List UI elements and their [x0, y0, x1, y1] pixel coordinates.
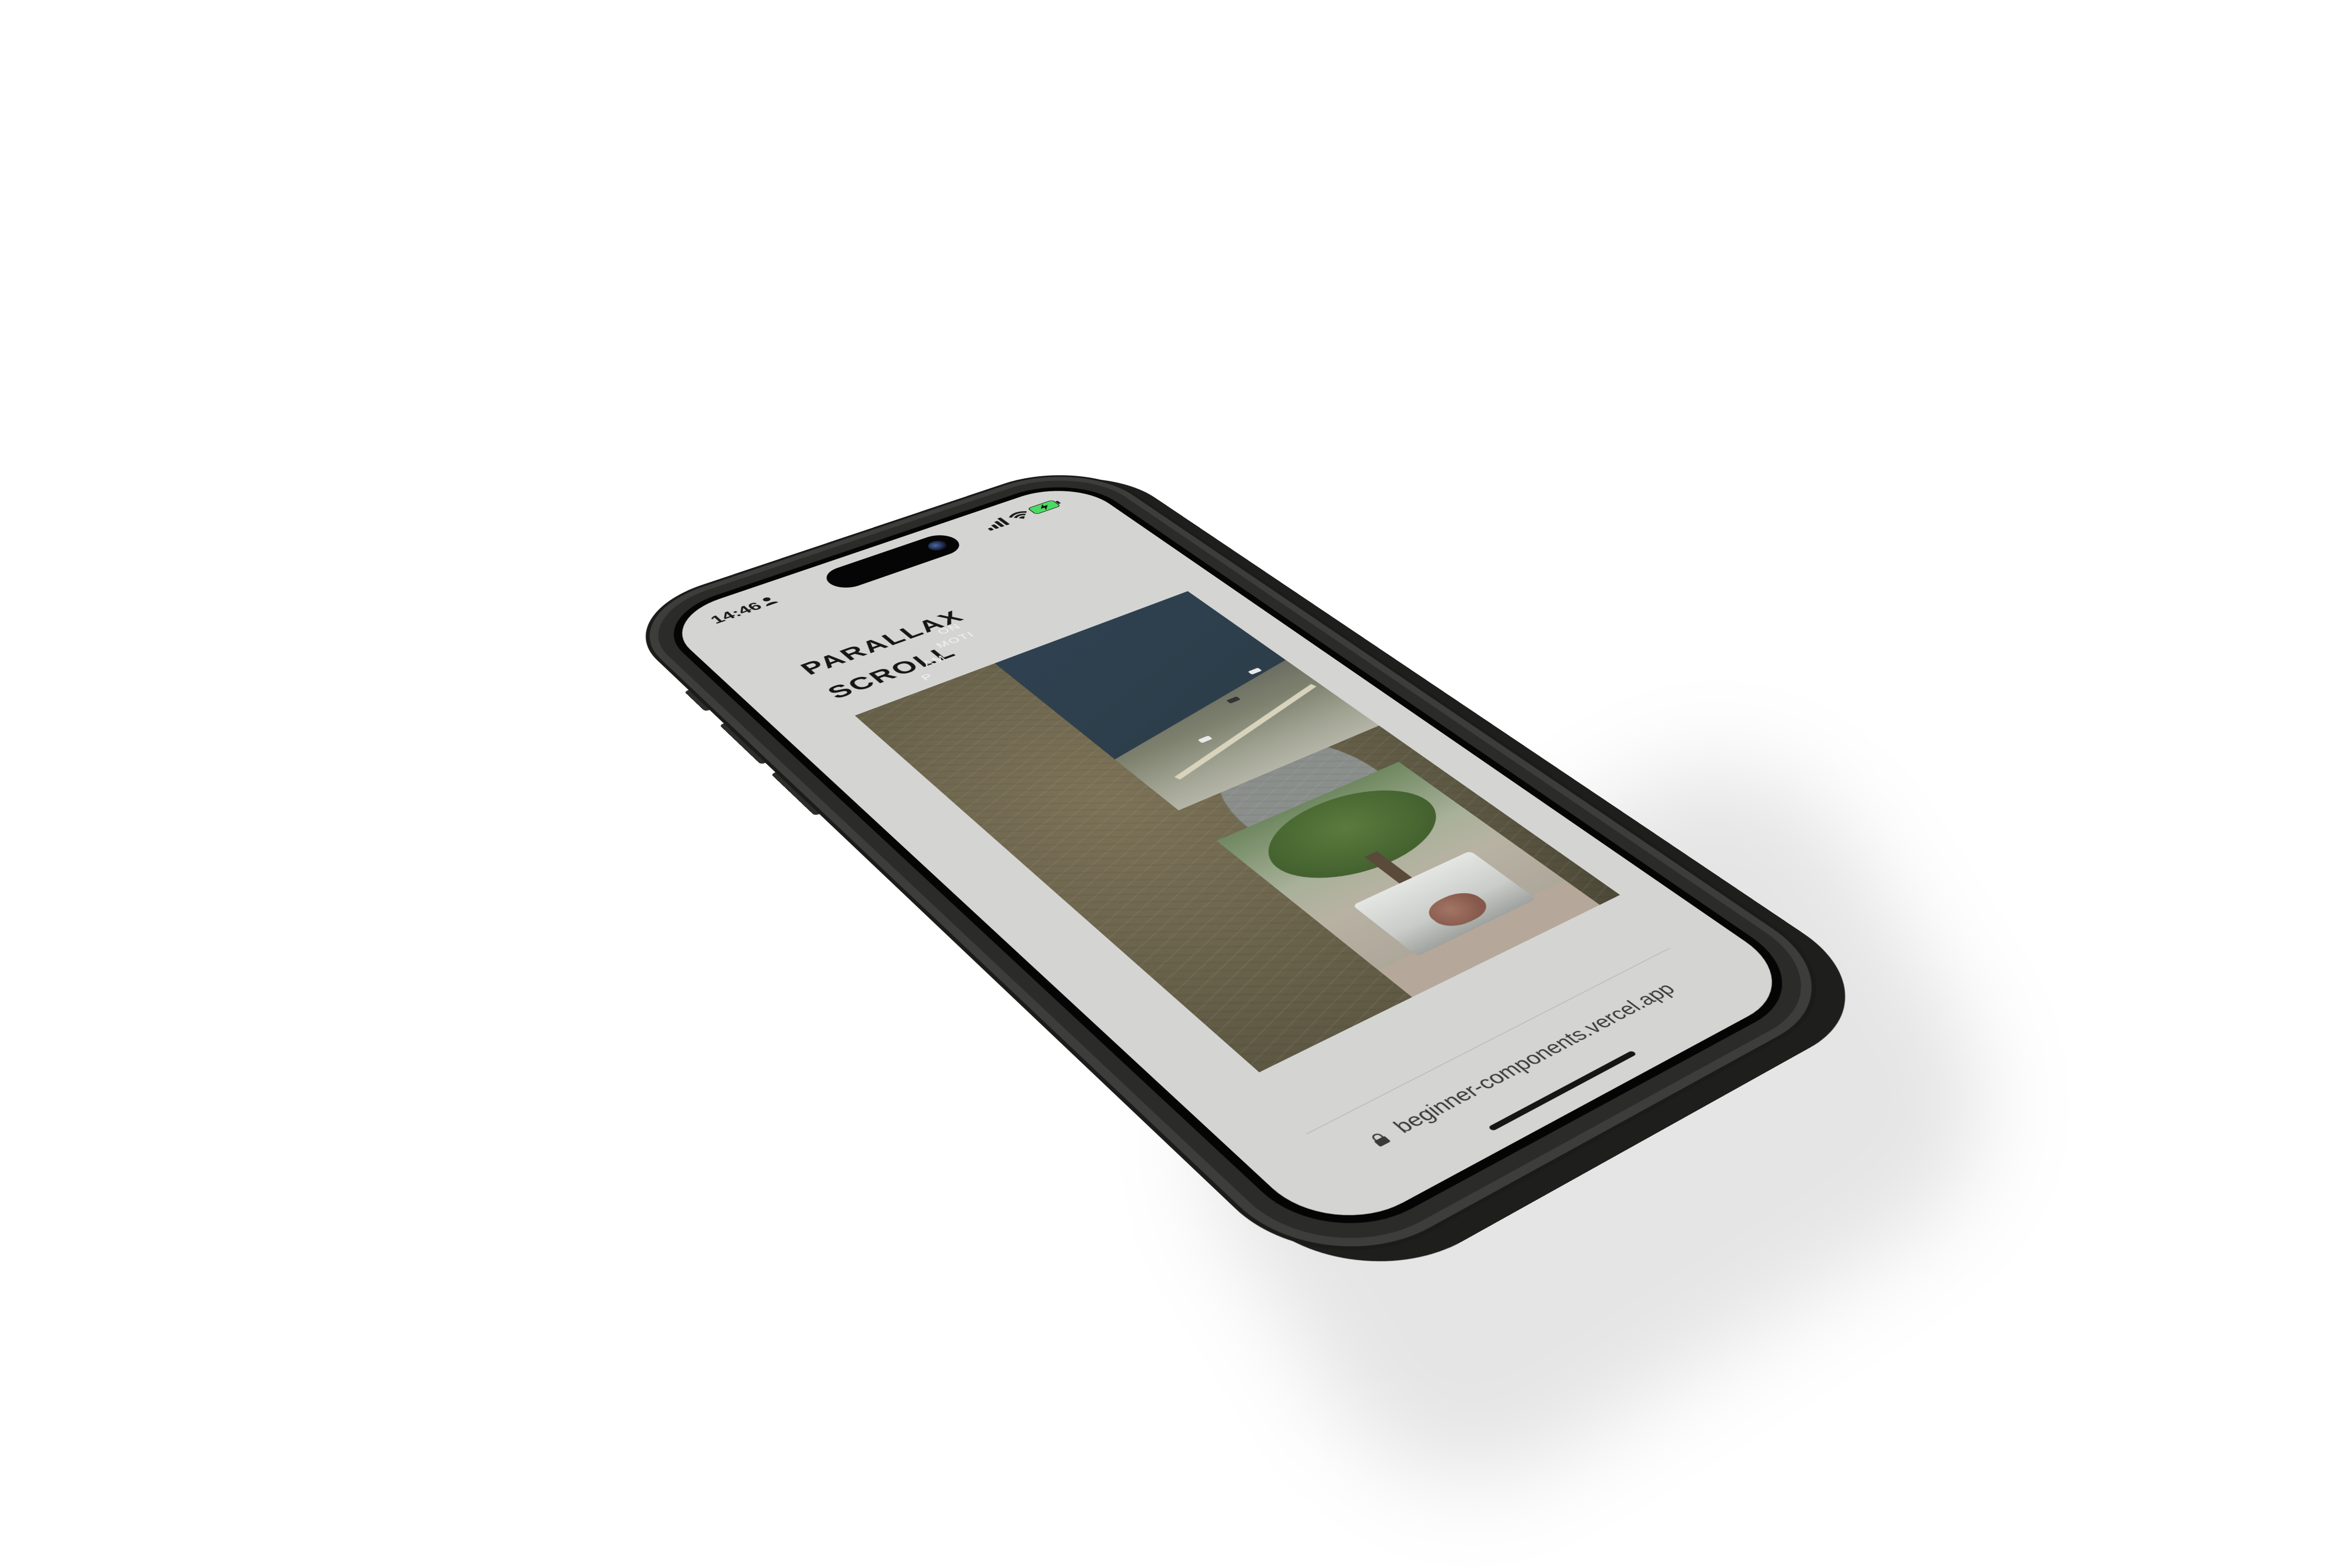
url-text: beginner-components.vercel.app: [1388, 979, 1680, 1137]
battery-charging-icon: [1027, 499, 1064, 514]
dynamic-island: [818, 531, 967, 592]
phone-scene: 14:46 PARALLAX SCROLL ON MOTI AM P begin…: [0, 0, 2352, 1568]
wifi-icon: [1006, 509, 1028, 520]
lock-icon: [1368, 1131, 1391, 1147]
cellular-signal-icon: [987, 517, 1010, 531]
person-icon: [762, 596, 779, 607]
stage: 14:46 PARALLAX SCROLL ON MOTI AM P begin…: [0, 0, 2352, 1568]
status-time: 14:46: [707, 600, 766, 626]
phone-mockup: 14:46 PARALLAX SCROLL ON MOTI AM P begin…: [627, 465, 1848, 1274]
camera-icon: [924, 538, 952, 553]
car-1: [1248, 667, 1262, 675]
phone-frame: 14:46 PARALLAX SCROLL ON MOTI AM P begin…: [627, 465, 1848, 1274]
